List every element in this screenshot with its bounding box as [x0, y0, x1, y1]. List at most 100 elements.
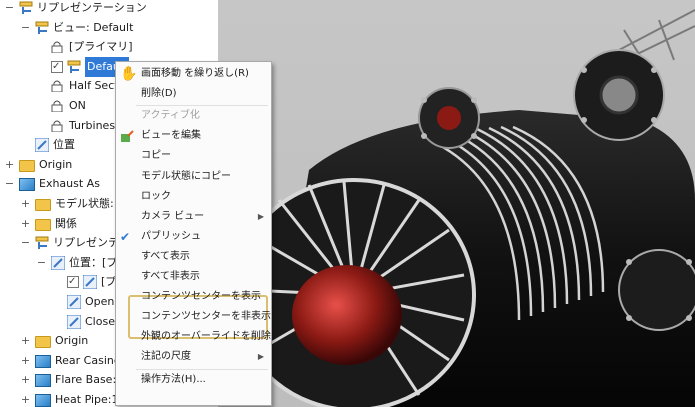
expand-toggle[interactable]: − — [4, 1, 15, 14]
tree-item[interactable]: − Exhaust As — [4, 174, 100, 194]
tree-item-label: Heat Pipe:1 — [55, 393, 119, 406]
expand-toggle[interactable] — [36, 42, 47, 53]
expand-toggle[interactable]: − — [36, 256, 47, 269]
menu-item-label: モデル状態にコピー — [141, 170, 231, 182]
tree-item[interactable]: − 位置：[プ — [36, 253, 117, 273]
tree-item[interactable]: + Origin — [4, 155, 72, 175]
tree-item-label: ON — [69, 99, 86, 112]
tree-item-label: Origin — [39, 157, 73, 171]
context-menu: ✋ 画面移動 を繰り返し(R) 削除(D) アクティブ化 ビューを編集 コピー モデル状態に… — [115, 61, 272, 406]
expand-toggle[interactable]: + — [20, 393, 31, 406]
menu-item-label: ビューを編集 — [141, 130, 201, 142]
visibility-checkbox[interactable] — [51, 57, 63, 77]
position-icon — [82, 274, 98, 290]
menu-item[interactable]: すべて非表示 — [116, 267, 271, 287]
tree-item[interactable]: Half Sect — [36, 76, 119, 96]
menu-item[interactable]: ロック — [116, 187, 271, 207]
tree-item-label: ビュー: Default — [53, 20, 134, 34]
menu-item[interactable]: コンテンツセンターを非表示 — [116, 307, 271, 327]
expand-toggle[interactable] — [36, 120, 47, 131]
menu-item[interactable]: 削除(D) — [116, 84, 271, 104]
tree-item-label: [プライマリ] — [69, 40, 133, 54]
tree-item[interactable]: − リプレゼンテー — [20, 233, 130, 253]
tree-item-label: [プ — [101, 275, 117, 289]
menu-item[interactable]: ✋ 画面移動 を繰り返し(R) — [116, 64, 271, 84]
menu-item[interactable]: すべて表示 — [116, 247, 271, 267]
lock-icon — [51, 40, 65, 54]
position-icon — [50, 255, 66, 271]
check-icon: ✔ — [120, 229, 131, 244]
position-icon — [66, 294, 82, 310]
menu-item[interactable]: コンテンツセンターを表示 — [116, 287, 271, 307]
engine-model-render — [232, 9, 695, 407]
tree-item-label: 関係 — [55, 216, 77, 230]
menu-item[interactable]: 操作方法(H)... — [116, 370, 271, 390]
expand-toggle[interactable] — [20, 140, 31, 151]
assembly-icon — [19, 178, 35, 192]
tree-item-label: Exhaust As — [39, 177, 100, 191]
expand-toggle[interactable]: + — [4, 158, 15, 171]
expand-toggle[interactable] — [36, 81, 47, 92]
folder-icon — [35, 218, 51, 231]
menu-item-label: パブリッシュ — [141, 230, 201, 242]
expand-toggle[interactable]: − — [20, 236, 31, 249]
tree-item[interactable]: + 関係 — [20, 214, 77, 234]
tree-item-label: Open — [85, 295, 115, 308]
tree-item-label: Half Sect — [69, 79, 119, 93]
tree-item[interactable]: + Flare Base:1 — [20, 370, 123, 390]
expand-toggle[interactable] — [52, 316, 63, 327]
expand-toggle[interactable]: − — [20, 21, 31, 34]
folder-icon — [35, 336, 51, 349]
menu-item-label: すべて非表示 — [141, 271, 200, 282]
visibility-checkbox[interactable] — [67, 272, 79, 292]
tree-item[interactable]: − ビュー: Default — [20, 18, 133, 38]
expand-toggle[interactable]: + — [20, 217, 31, 230]
tree-item-label: 位置：[プ — [69, 255, 118, 269]
tree-item[interactable]: 位置 — [20, 135, 75, 155]
part-icon — [35, 354, 51, 368]
pan-hand-icon: ✋ — [120, 66, 138, 82]
expand-toggle[interactable] — [52, 277, 63, 288]
tree-item[interactable]: [プライマリ] — [36, 37, 133, 57]
graphics-viewport[interactable] — [219, 0, 695, 407]
tree-item-label: Flare Base:1 — [55, 373, 124, 387]
tree-item[interactable]: ON — [36, 96, 86, 116]
menu-item-label: カメラ ビュー — [141, 210, 205, 222]
expand-toggle[interactable]: + — [20, 373, 31, 386]
menu-item[interactable]: ビューを編集 — [116, 126, 271, 146]
tree-item[interactable]: Open — [52, 292, 114, 312]
tree-item-label: Origin — [55, 334, 89, 348]
menu-item[interactable]: ✔ パブリッシュ — [116, 227, 271, 247]
tree-item[interactable]: [プ — [52, 272, 116, 292]
tree-item[interactable]: + モデル状態: I — [20, 194, 120, 214]
edit-view-icon — [120, 129, 134, 143]
tree-item[interactable]: − リプレゼンテーション — [4, 0, 147, 18]
expand-toggle[interactable]: − — [4, 177, 15, 190]
tree-item[interactable]: + Origin — [20, 331, 88, 351]
menu-item[interactable]: モデル状態にコピー — [116, 167, 271, 187]
part-icon — [35, 394, 51, 407]
expand-toggle[interactable]: + — [20, 197, 31, 210]
expand-toggle[interactable]: + — [20, 354, 31, 367]
menu-item[interactable]: 注記の尺度 ▶ — [116, 347, 271, 367]
menu-item-label: コンテンツセンターを表示 — [141, 291, 261, 303]
expand-toggle[interactable] — [52, 297, 63, 308]
expand-toggle[interactable] — [36, 101, 47, 112]
tree-item[interactable]: Close — [52, 312, 115, 332]
expand-toggle[interactable] — [36, 61, 47, 72]
tree-item[interactable]: + Heat Pipe:1 — [20, 390, 119, 407]
menu-item[interactable]: カメラ ビュー ▶ — [116, 207, 271, 227]
menu-item-label: アクティブ化 — [141, 110, 200, 122]
tree-item[interactable]: Turbines — [36, 116, 115, 136]
menu-item[interactable]: 外観のオーバーライドを削除 — [116, 327, 271, 347]
menu-item[interactable]: コピー — [116, 146, 271, 166]
tree-item-label: Close — [85, 314, 115, 328]
folder-icon — [19, 159, 35, 172]
menu-item[interactable]: アクティブ化 — [116, 106, 271, 126]
menu-item-label: 画面移動 を繰り返し(R) — [141, 68, 249, 79]
menu-item-label: 外観のオーバーライドを削除 — [141, 331, 271, 343]
expand-toggle[interactable]: + — [20, 334, 31, 347]
tree-item-label: モデル状態: I — [55, 197, 121, 210]
view-icon — [35, 21, 49, 35]
tree-item[interactable]: + Rear Casing — [20, 351, 121, 371]
